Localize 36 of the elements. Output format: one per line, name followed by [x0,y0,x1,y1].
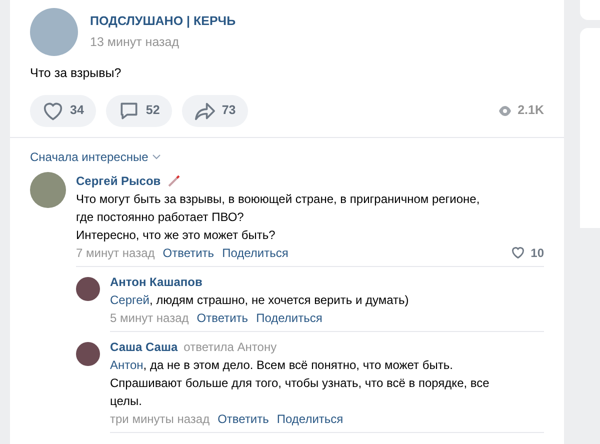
comment-action-link[interactable]: Ответить [162,244,214,262]
post-time: 13 минут назад [90,34,180,51]
comment-action-link[interactable]: Поделиться [222,244,288,262]
comment-time: три минуты назад [110,410,210,428]
comment-author[interactable]: Антон Кашапов [110,272,202,291]
comment-time: 7 минут назад [76,244,155,262]
sort-dropdown[interactable]: Сначала интересные [30,148,162,166]
comment-author[interactable]: Сергей Рысов [76,172,161,190]
photo-placeholder [30,8,78,56]
avatar [76,342,100,366]
view-count: 2.1K [518,102,544,120]
comment-text: Антон, да не в этом дело. Всем всё понятно, что может быть. Спрашивают больше для того, чтобы узнать, что всё в порядке, все целы. [110,356,490,410]
comment-action-link[interactable]: Ответить [196,308,248,327]
mention-link[interactable]: Сергей [110,292,150,307]
comment-author[interactable]: Саша Саша [110,338,178,356]
chevron-down-icon [152,154,162,160]
eye-icon [498,106,512,116]
comment-text: Что могут быть за взрывы, в воюющей стране, в приграничном регионе, где постоянно работает ПВО? Интересно, что же это может быть? [76,190,481,244]
comment-action-link[interactable]: Поделиться [276,410,344,428]
avatar [76,276,100,301]
like-button[interactable]: 34 [30,94,96,127]
share-arrow-icon [194,100,216,121]
comment-like-button[interactable]: 10 [510,244,544,262]
post-text: Что за взрывы? [30,65,122,82]
comment-button[interactable]: 52 [106,94,172,127]
post-author[interactable]: ПОДСЛУШАНО | КЕРЧЬ [90,12,236,31]
comment-action-link[interactable]: Ответить [218,410,269,428]
share-button[interactable]: 73 [182,94,248,127]
comment-text: Сергей, людям страшно, не хочется верить и думать) [110,292,410,309]
reply-to-label: ответила Антону [184,338,277,356]
comment-time: 5 минут назад [110,310,189,327]
avatar [30,172,66,208]
heart-icon [42,100,64,121]
mention-link[interactable]: Антон [110,358,144,372]
heart-icon [510,246,525,260]
comment-action-link[interactable]: Поделиться [256,308,322,327]
